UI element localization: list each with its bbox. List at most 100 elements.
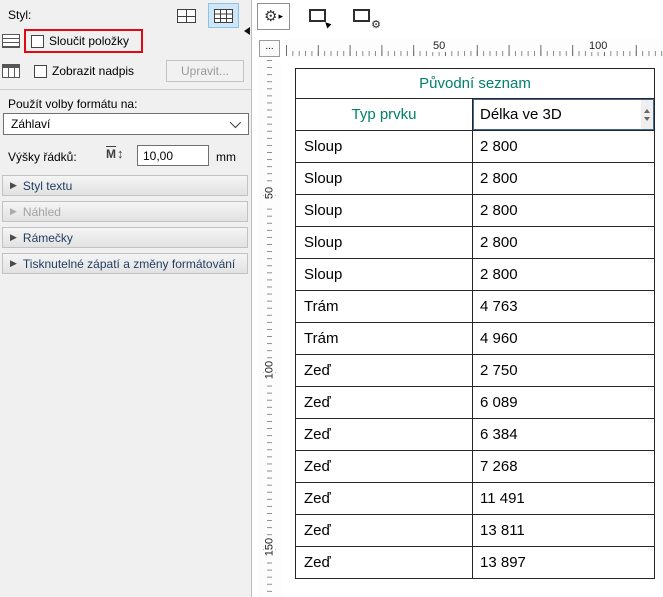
table-row: Zeď2 750 <box>296 355 655 387</box>
small-grid-view-button[interactable] <box>208 3 239 28</box>
cell-length[interactable]: 7 268 <box>473 451 655 483</box>
cell-type[interactable]: Zeď <box>296 547 473 579</box>
expand-arrow-icon: ▶ <box>10 258 17 269</box>
spinner-up-icon <box>644 109 650 113</box>
pick-cell-button[interactable]: ▲ <box>309 8 333 26</box>
cell-type[interactable]: Zeď <box>296 515 473 547</box>
format-options-panel: Styl: Sloučit položky Zobrazit nadpis Up… <box>0 0 252 597</box>
cell-type[interactable]: Trám <box>296 291 473 323</box>
table-row: Zeď13 897 <box>296 547 655 579</box>
merge-items-row: Sloučit položky <box>2 29 143 53</box>
row-heights-label: Výšky řádků: <box>8 150 77 164</box>
table-row: Sloup2 800 <box>296 163 655 195</box>
schedule-preview-table: Původní seznam Typ prvku Délka ve 3D Slo… <box>295 68 655 579</box>
cell-type[interactable]: Trám <box>296 323 473 355</box>
cell-type[interactable]: Zeď <box>296 483 473 515</box>
cell-type[interactable]: Sloup <box>296 259 473 291</box>
cell-length[interactable]: 4 960 <box>473 323 655 355</box>
row-height-measure-icon: M↕ <box>106 146 124 161</box>
cell-length[interactable]: 13 897 <box>473 547 655 579</box>
section-text-style[interactable]: ▶ Styl textu <box>2 175 248 196</box>
cell-type[interactable]: Sloup <box>296 227 473 259</box>
section-borders[interactable]: ▶ Rámečky <box>2 227 248 248</box>
column-header-type[interactable]: Typ prvku <box>296 99 473 131</box>
section-preview: ▶ Náhled <box>2 201 248 222</box>
spinner-down-icon <box>644 117 650 121</box>
table-row: Zeď6 089 <box>296 387 655 419</box>
show-heading-icon <box>2 64 20 78</box>
chevron-down-icon <box>230 117 241 128</box>
cell-length[interactable]: 2 800 <box>473 195 655 227</box>
view-toggle-group <box>171 3 239 28</box>
cell-length[interactable]: 2 750 <box>473 355 655 387</box>
cell-length[interactable]: 11 491 <box>473 483 655 515</box>
large-grid-view-button[interactable] <box>171 3 202 28</box>
small-grid-icon <box>214 9 233 23</box>
table-row: Zeď7 268 <box>296 451 655 483</box>
table-row: Zeď6 384 <box>296 419 655 451</box>
settings-gear-button[interactable]: ⚙ ▸ <box>257 3 290 30</box>
ruler-major-ticks <box>263 60 276 597</box>
cell-length[interactable]: 2 800 <box>473 227 655 259</box>
apply-format-dropdown[interactable]: Záhlaví <box>3 113 249 135</box>
table-row: Zeď11 491 <box>296 483 655 515</box>
cell-length[interactable]: 2 800 <box>473 131 655 163</box>
section-label: Náhled <box>23 205 61 219</box>
cell-length[interactable]: 13 811 <box>473 515 655 547</box>
column-header-label: Délka ve 3D <box>480 106 562 123</box>
cell-length[interactable]: 6 089 <box>473 387 655 419</box>
cell-type[interactable]: Zeď <box>296 419 473 451</box>
cell-type[interactable]: Zeď <box>296 451 473 483</box>
cell-type[interactable]: Sloup <box>296 195 473 227</box>
panel-collapse-arrow[interactable] <box>244 27 250 35</box>
column-spinner[interactable] <box>641 100 653 129</box>
settings-gear-icon: ⚙ <box>264 9 277 24</box>
table-gear-icon: ⚙ <box>371 20 381 31</box>
table-row: Sloup2 800 <box>296 259 655 291</box>
table-title[interactable]: Původní seznam <box>296 69 655 99</box>
show-heading-row: Zobrazit nadpis Upravit... <box>2 60 244 82</box>
ruler-label: 50 <box>264 183 276 204</box>
row-height-input[interactable] <box>137 145 209 166</box>
table-row: Trám4 763 <box>296 291 655 323</box>
table-row: Sloup2 800 <box>296 195 655 227</box>
expand-arrow-icon: ▶ <box>10 180 17 191</box>
table-row: Sloup2 800 <box>296 131 655 163</box>
ruler-label: 150 <box>264 537 276 558</box>
table-rect-icon <box>353 9 370 22</box>
accordion-sections: ▶ Styl textu ▶ Náhled ▶ Rámečky ▶ Tisknu… <box>2 175 248 279</box>
cell-length[interactable]: 4 763 <box>473 291 655 323</box>
ruler-label: 100 <box>264 360 276 381</box>
cell-type[interactable]: Sloup <box>296 131 473 163</box>
schedule-format-window: Styl: Sloučit položky Zobrazit nadpis Up… <box>0 0 663 597</box>
section-label: Tisknutelné zápatí a změny formátování <box>23 257 235 271</box>
row-height-unit: mm <box>216 150 236 164</box>
table-row: Zeď13 811 <box>296 515 655 547</box>
divider <box>0 89 251 90</box>
expand-arrow-icon: ▶ <box>10 206 17 217</box>
cell-type[interactable]: Sloup <box>296 163 473 195</box>
apply-format-label: Použít volby formátu na: <box>8 97 137 111</box>
expand-arrow-icon: ▶ <box>10 232 17 243</box>
column-header-length[interactable]: Délka ve 3D <box>473 99 655 131</box>
section-printable-footer[interactable]: ▶ Tisknutelné zápatí a změny formátování <box>2 253 248 274</box>
highlight-annotation: Sloučit položky <box>24 29 143 53</box>
apply-format-value: Záhlaví <box>11 117 50 131</box>
merge-items-label[interactable]: Sloučit položky <box>49 34 129 48</box>
show-heading-checkbox[interactable] <box>34 65 47 78</box>
cell-length[interactable]: 6 384 <box>473 419 655 451</box>
cell-type[interactable]: Zeď <box>296 387 473 419</box>
style-label: Styl: <box>8 8 31 22</box>
table-row: Trám4 960 <box>296 323 655 355</box>
pick-arrow-icon: ▲ <box>321 18 335 32</box>
cell-length[interactable]: 2 800 <box>473 259 655 291</box>
edit-button[interactable]: Upravit... <box>166 60 244 82</box>
merge-items-icon <box>2 34 20 48</box>
merge-items-checkbox[interactable] <box>31 35 44 48</box>
cell-length[interactable]: 2 800 <box>473 163 655 195</box>
show-heading-label[interactable]: Zobrazit nadpis <box>52 64 134 78</box>
table-settings-button[interactable]: ⚙ <box>353 8 379 26</box>
table-row: Sloup2 800 <box>296 227 655 259</box>
ruler-corner-button[interactable]: ... <box>259 40 280 57</box>
cell-type[interactable]: Zeď <box>296 355 473 387</box>
